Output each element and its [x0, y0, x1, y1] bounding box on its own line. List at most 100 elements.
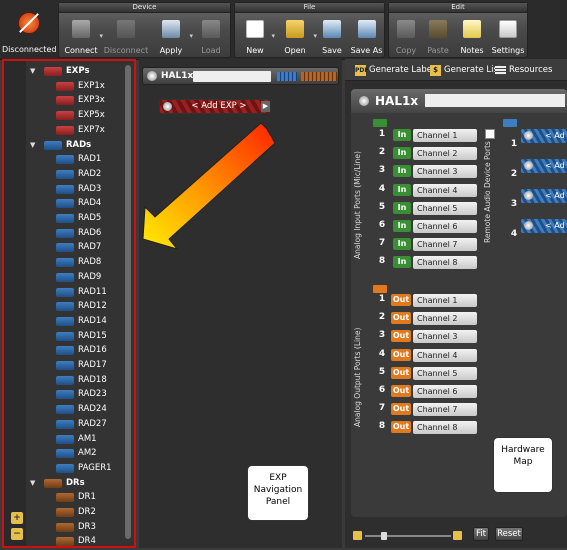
output-tag[interactable]: Out [391, 421, 411, 434]
device-blue-indicator [277, 72, 297, 81]
save-as-button[interactable]: Save As [349, 14, 384, 58]
output-channel-field[interactable]: Channel 1 [413, 294, 477, 307]
remote-port-slot[interactable]: < Ad [521, 129, 567, 143]
remote-port-number: 4 [510, 229, 518, 239]
remote-port-number: 1 [510, 139, 518, 149]
add-exp-status-icon [163, 102, 172, 111]
output-tag[interactable]: Out [391, 312, 411, 325]
input-tag[interactable]: In [393, 183, 411, 196]
input-channel-field[interactable]: Channel 4 [413, 183, 477, 197]
remote-port-slot[interactable]: < Ad [521, 189, 567, 203]
save-button[interactable]: Save [317, 14, 347, 58]
group-color-icon [44, 478, 62, 488]
status-label: Disconnected [2, 45, 57, 54]
zoom-slider-minus-icon[interactable] [353, 531, 362, 540]
zoom-slider[interactable] [353, 531, 463, 541]
zoom-slider-plus-icon[interactable] [453, 531, 462, 540]
output-port-number: 2 [378, 312, 386, 323]
reset-button[interactable]: Reset [495, 527, 523, 541]
input-tag[interactable]: In [393, 129, 411, 141]
copy-button[interactable]: Copy [391, 14, 421, 58]
disconnect-icon [117, 20, 135, 38]
output-channel-field[interactable]: Channel 7 [413, 403, 477, 417]
paste-button[interactable]: Paste [423, 14, 453, 58]
remote-port-slot[interactable]: < Ad [521, 159, 567, 173]
device-color-icon [56, 184, 74, 194]
zoom-slider-track[interactable] [365, 535, 451, 537]
zoom-slider-thumb[interactable] [381, 532, 387, 540]
input-channel-field[interactable]: Channel 3 [413, 165, 477, 179]
device-color-icon [56, 419, 74, 429]
input-channel-field[interactable]: Channel 6 [413, 220, 477, 233]
output-tag[interactable]: Out [391, 294, 411, 306]
load-button[interactable]: Load [193, 14, 229, 58]
input-port-number: 6 [378, 220, 386, 230]
input-tag[interactable]: In [393, 147, 411, 160]
remote-port-number: 2 [510, 169, 518, 179]
apply-button[interactable]: ▾ Apply [151, 14, 193, 58]
output-port-number: 1 [378, 294, 386, 304]
save-as-icon [357, 20, 376, 38]
output-channel-field[interactable]: Channel 8 [413, 421, 477, 435]
device-color-icon [56, 405, 74, 415]
expand-triangle-icon[interactable]: ▼ [30, 141, 35, 149]
input-tag[interactable]: In [393, 201, 411, 214]
save-icon [323, 20, 341, 38]
output-tag[interactable]: Out [391, 385, 411, 397]
notes-button[interactable]: Notes [457, 14, 487, 58]
remote-port-status-icon [524, 221, 533, 230]
remote-port-status-icon [524, 131, 533, 140]
device-color-icon [56, 81, 74, 91]
input-tag[interactable]: In [393, 256, 411, 269]
paste-icon [429, 20, 447, 38]
input-port-number: 5 [378, 201, 386, 212]
input-channel-field[interactable]: Channel 2 [413, 147, 477, 161]
input-channel-field[interactable]: Channel 5 [413, 201, 477, 215]
new-button[interactable]: ▾ New [237, 14, 275, 58]
output-tag[interactable]: Out [391, 348, 411, 361]
fit-button[interactable]: Fit [473, 527, 489, 541]
input-tag[interactable]: In [393, 238, 411, 251]
file-group-title: File [235, 3, 384, 13]
zoom-out-button[interactable]: − [11, 528, 23, 540]
output-channel-field[interactable]: Channel 2 [413, 312, 477, 326]
nav-tree-scrollbar[interactable] [125, 65, 131, 539]
remote-port-slot[interactable]: < Ad [521, 219, 567, 233]
input-tag[interactable]: In [393, 220, 411, 232]
hal1x-device-bar[interactable]: HAL1x [142, 67, 339, 85]
output-tag[interactable]: Out [391, 330, 411, 343]
device-color-icon [56, 214, 74, 223]
output-port-number: 5 [378, 366, 386, 377]
device-color-icon [56, 346, 74, 356]
device-group: Device ▾ Connect Disconnect ▾ Apply Load [58, 2, 231, 58]
settings-button[interactable]: Settings [489, 14, 527, 58]
hardware-map-callout: Hardware Map [493, 437, 553, 493]
disconnect-button[interactable]: Disconnect [103, 14, 149, 58]
list-icon: $ [430, 65, 441, 76]
callout-arrow-icon [139, 119, 279, 250]
remote-port-status-icon [524, 161, 533, 170]
device-color-icon [56, 522, 74, 532]
device-name-field[interactable] [193, 71, 271, 82]
input-channel-field[interactable]: Channel 7 [413, 238, 477, 252]
input-channel-field[interactable]: Channel 8 [413, 256, 477, 270]
connect-icon [72, 20, 90, 38]
output-tag[interactable]: Out [391, 366, 411, 379]
expand-triangle-icon[interactable]: ▼ [30, 67, 35, 75]
input-channel-field[interactable]: Channel 1 [413, 129, 477, 142]
output-channel-field[interactable]: Channel 6 [413, 385, 477, 398]
file-group: File ▾ New ▾ Open Save Save As [234, 2, 385, 58]
connect-button[interactable]: ▾ Connect [61, 14, 103, 58]
open-button[interactable]: ▾ Open [275, 14, 317, 58]
output-tag[interactable]: Out [391, 403, 411, 416]
add-exp-button[interactable]: < Add EXP > ▶ [159, 99, 271, 114]
open-folder-icon [286, 20, 304, 38]
zoom-in-button[interactable]: + [11, 512, 23, 524]
add-exp-arrow-icon[interactable]: ▶ [261, 101, 270, 112]
output-port-number: 8 [378, 421, 386, 432]
output-channel-field[interactable]: Channel 4 [413, 348, 477, 362]
input-tag[interactable]: In [393, 165, 411, 178]
expand-triangle-icon[interactable]: ▼ [30, 479, 35, 487]
output-channel-field[interactable]: Channel 5 [413, 366, 477, 380]
output-channel-field[interactable]: Channel 3 [413, 330, 477, 344]
